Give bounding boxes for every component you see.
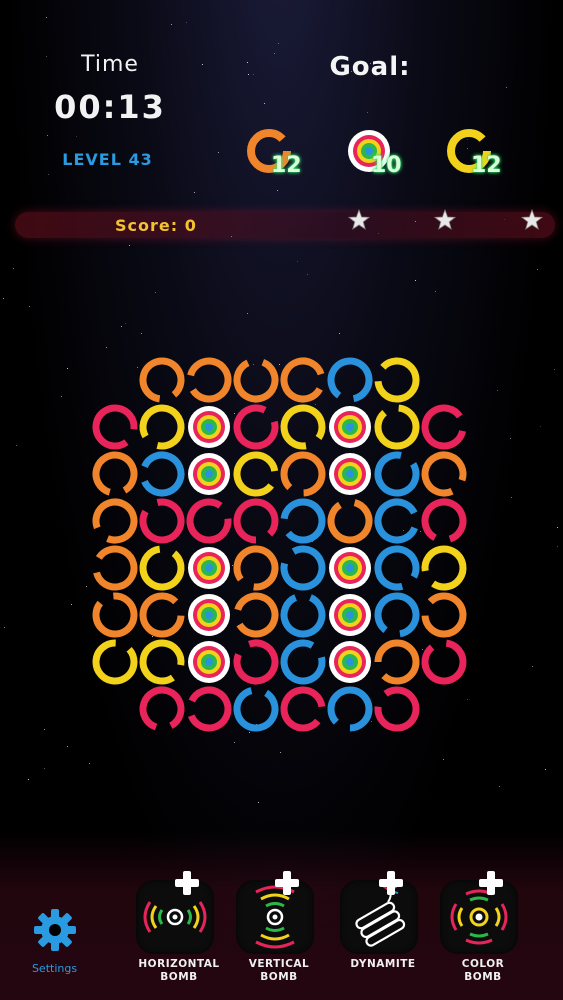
ring-tile[interactable] [280, 404, 326, 450]
ring-tile[interactable] [374, 404, 420, 450]
ring-tile[interactable] [90, 496, 139, 545]
target-ring-tile[interactable] [188, 406, 230, 448]
ring-tile[interactable] [421, 404, 467, 450]
ring-tile[interactable] [327, 498, 373, 544]
ring-tile[interactable] [229, 541, 282, 594]
booster-label-line2: BOMB [464, 971, 502, 983]
ring-tile[interactable] [184, 684, 234, 734]
target-ring-tile[interactable] [329, 453, 371, 495]
ring-tile[interactable] [137, 449, 187, 499]
ring-tile[interactable] [372, 496, 421, 545]
ring-tile[interactable] [92, 592, 138, 638]
booster-label-line1: COLOR [461, 958, 505, 970]
ring-tile[interactable] [323, 682, 377, 736]
game-screen: Time 00:13 LEVEL 43 Goal: 12 10 12 Score… [0, 0, 563, 1000]
ring-tile[interactable] [135, 541, 188, 594]
settings-button[interactable]: Settings [22, 900, 87, 980]
ring-tile[interactable] [421, 545, 467, 591]
ring-tile[interactable] [417, 588, 471, 642]
target-ring-tile[interactable] [188, 453, 230, 495]
ring-tile[interactable] [276, 682, 329, 735]
ring-tile[interactable] [371, 448, 423, 500]
plus-icon[interactable] [174, 870, 200, 896]
horizontal-bomb-button[interactable]: HORIZONTAL BOMB [124, 870, 234, 995]
ring-tile[interactable] [230, 683, 282, 735]
ring-tile[interactable] [280, 498, 326, 544]
booster-label-line1: VERTICAL [248, 958, 310, 970]
ring-tile[interactable] [324, 354, 377, 407]
target-ring-tile[interactable] [329, 641, 371, 683]
ring-tile[interactable] [370, 353, 424, 407]
ring-tile[interactable] [419, 449, 469, 499]
dynamite-button[interactable]: DYNAMITE [328, 870, 438, 995]
ring-tile[interactable] [186, 498, 232, 544]
ring-tile[interactable] [139, 592, 185, 638]
plus-icon[interactable] [478, 870, 504, 896]
ring-tile[interactable] [136, 401, 188, 453]
plus-icon[interactable] [378, 870, 404, 896]
ring-tile[interactable] [233, 498, 279, 544]
ring-tile[interactable] [370, 588, 423, 641]
ring-tile[interactable] [88, 400, 141, 453]
ring-tile[interactable] [373, 544, 420, 591]
target-ring-tile[interactable] [188, 547, 230, 589]
ring-tile[interactable] [277, 354, 328, 405]
target-ring-tile[interactable] [329, 594, 371, 636]
settings-label: Settings [31, 962, 78, 975]
target-ring-tile[interactable] [329, 547, 371, 589]
ring-tile[interactable] [186, 357, 232, 403]
ring-tile[interactable] [232, 403, 279, 450]
ring-tile[interactable] [280, 639, 326, 685]
ring-tile[interactable] [277, 542, 329, 594]
ring-tile[interactable] [278, 590, 328, 640]
color-bomb-button[interactable]: COLOR BOMB [428, 870, 538, 995]
ring-tile[interactable] [374, 639, 420, 685]
ring-tile[interactable] [231, 637, 280, 686]
gear-icon [33, 909, 76, 951]
ring-tile[interactable] [136, 636, 189, 689]
vertical-bomb-button[interactable]: VERTICAL BOMB [224, 870, 334, 995]
ring-tile[interactable] [232, 591, 279, 638]
ring-tile[interactable] [231, 355, 280, 404]
booster-label-line2: BOMB [260, 971, 298, 983]
ring-tile[interactable] [276, 447, 330, 501]
booster-label: COLOR BOMB [423, 958, 543, 984]
ring-tile[interactable] [89, 542, 141, 594]
ring-tile[interactable] [229, 447, 282, 500]
booster-label: VERTICAL BOMB [219, 958, 339, 984]
target-ring-tile[interactable] [188, 594, 230, 636]
target-ring-tile[interactable] [188, 641, 230, 683]
ring-tile[interactable] [138, 685, 186, 733]
target-ring-tile[interactable] [329, 406, 371, 448]
plus-icon[interactable] [274, 870, 300, 896]
ring-tile[interactable] [88, 635, 142, 689]
ring-tile[interactable] [91, 450, 138, 497]
ring-tile[interactable] [418, 495, 469, 546]
ring-tile[interactable] [139, 357, 185, 403]
ring-tile[interactable] [370, 682, 423, 735]
ring-tile[interactable] [421, 639, 467, 685]
ring-tile[interactable] [139, 498, 185, 544]
